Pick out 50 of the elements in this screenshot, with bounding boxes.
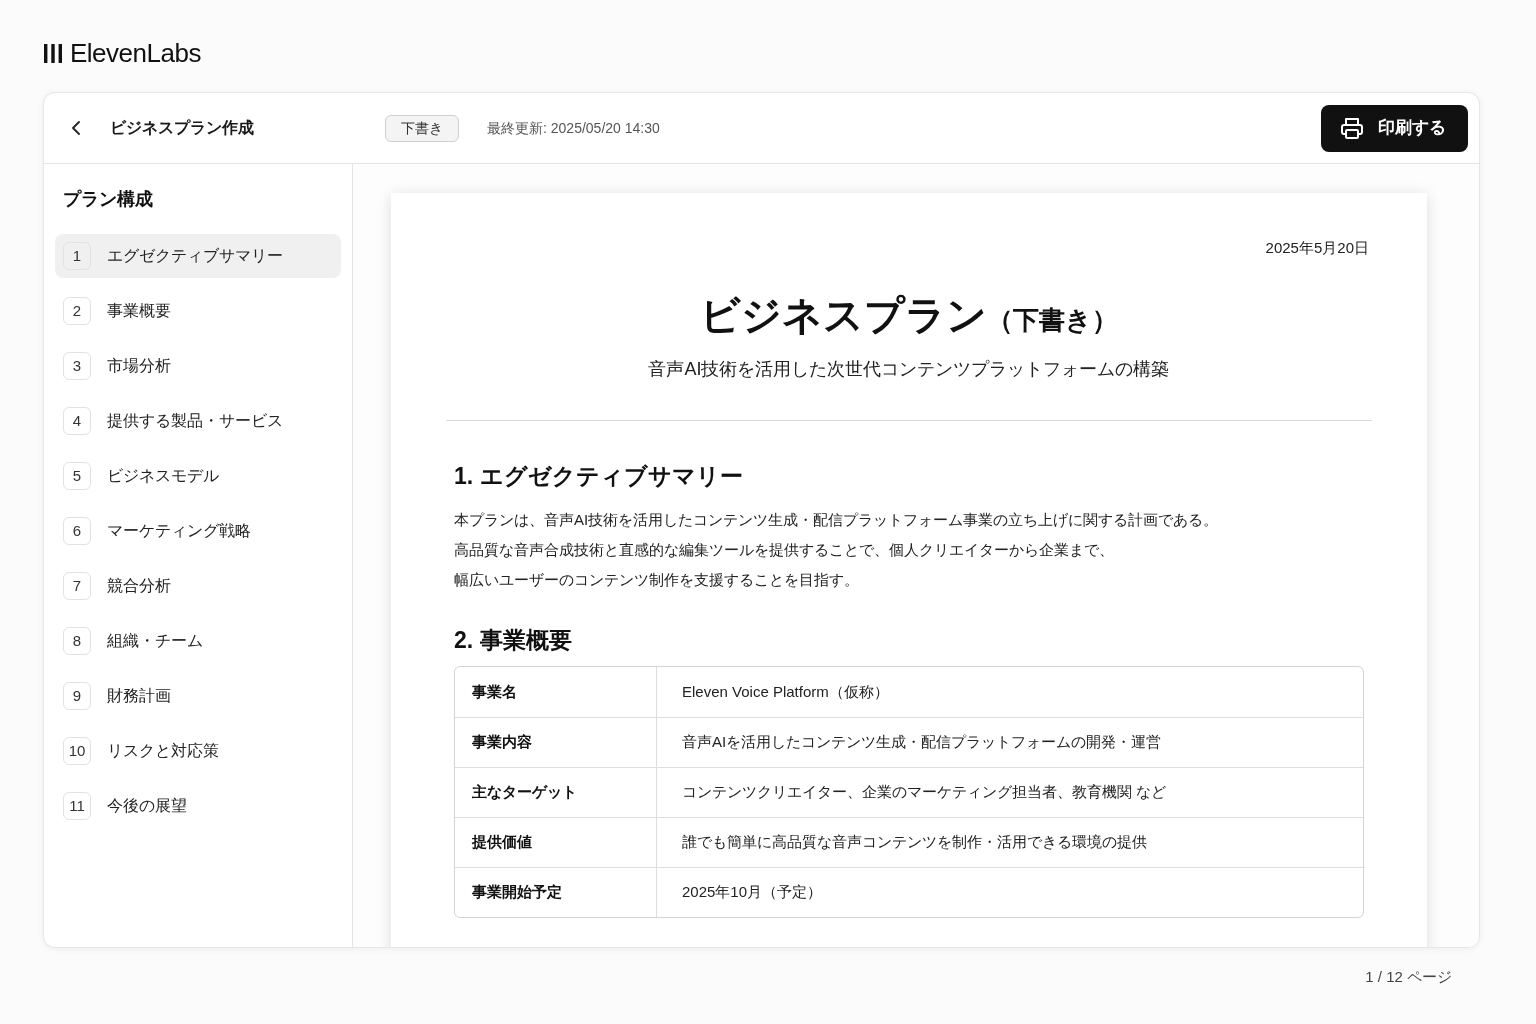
section-heading: 1. エグゼクティブサマリー: [454, 462, 743, 491]
paragraph-line: 高品質な音声合成技術と直感的な編集ツールを提供することで、個人クリエイターから企業まで、: [454, 540, 1114, 560]
step-number: 7: [63, 572, 91, 600]
print-button[interactable]: 印刷する: [1321, 104, 1468, 152]
status-badge: 下書き: [385, 114, 459, 142]
row-label-cell: 事業開始予定: [455, 868, 657, 917]
paragraph-line: 幅広いユーザーのコンテンツ制作を支援することを目指す。: [454, 570, 859, 590]
sidebar-item[interactable]: 6 マーケティング戦略: [55, 509, 341, 553]
sidebar-item[interactable]: 11 今後の展望: [55, 784, 341, 828]
step-number: 1: [63, 242, 91, 270]
logo-bars-icon: [44, 44, 62, 63]
step-number: 11: [63, 792, 91, 820]
last-updated-text: 最終更新: 2025/05/20 14:30: [487, 118, 660, 138]
document-date: 2025年5月20日: [1265, 238, 1369, 258]
row-label-cell: 主なターゲット: [455, 768, 657, 817]
row-label-cell: 事業名: [455, 667, 657, 717]
sidebar-item[interactable]: 4 提供する製品・サービス: [55, 399, 341, 443]
step-number: 5: [63, 462, 91, 490]
table-cell-text: Eleven Voice Platform（仮称）: [681, 681, 890, 702]
sidebar-item[interactable]: 3 市場分析: [55, 344, 341, 388]
step-number: 2: [63, 297, 91, 325]
sidebar-item[interactable]: 10 リスクと対応策: [55, 729, 341, 773]
step-number: 3: [63, 352, 91, 380]
brand-name: ElevenLabs: [70, 37, 201, 69]
document-title: ビジネスプラン（下書き）: [700, 292, 1118, 339]
sidebar-item[interactable]: 9 財務計画: [55, 674, 341, 718]
table-cell-text: 2025年10月（予定）: [681, 882, 824, 903]
chevron-left-icon: [72, 121, 80, 135]
table-cell-text: コンテンツクリエイター、企業のマーケティング担当者、教育機関 など: [681, 782, 1168, 803]
sidebar-item[interactable]: 1 エグゼクティブサマリー: [55, 234, 341, 278]
section-heading: 2. 事業概要: [454, 626, 572, 655]
step-number: 8: [63, 627, 91, 655]
step-number: 6: [63, 517, 91, 545]
table-cell-text: 音声AIを活用したコンテンツ生成・配信プラットフォームの開発・運営: [681, 732, 1163, 753]
row-label-cell: 事業内容: [455, 718, 657, 767]
printer-icon: [1340, 116, 1364, 140]
step-number: 4: [63, 407, 91, 435]
paragraph-line: 本プランは、音声AI技術を活用したコンテンツ生成・配信プラットフォーム事業の立ち上げに関する計画である。: [454, 510, 1219, 530]
sidebar-item[interactable]: 7 競合分析: [55, 564, 341, 608]
row-label-cell: 提供価値: [455, 818, 657, 867]
step-number: 9: [63, 682, 91, 710]
sidebar-heading: プラン構成: [62, 188, 154, 211]
step-number: 10: [63, 737, 91, 765]
sidebar-item[interactable]: 8 組織・チーム: [55, 619, 341, 663]
table-cell-text: 誰でも簡単に高品質な音声コンテンツを制作・活用できる環境の提供: [681, 832, 1148, 853]
page-title: ビジネスプラン作成: [110, 118, 254, 138]
sidebar-item[interactable]: 2 事業概要: [55, 289, 341, 333]
document-subtitle: 音声AI技術を活用した次世代コンテンツプラットフォームの構築: [648, 358, 1170, 381]
sidebar-item[interactable]: 5 ビジネスモデル: [55, 454, 341, 498]
page-indicator: 1 / 12 ページ: [1365, 967, 1452, 987]
